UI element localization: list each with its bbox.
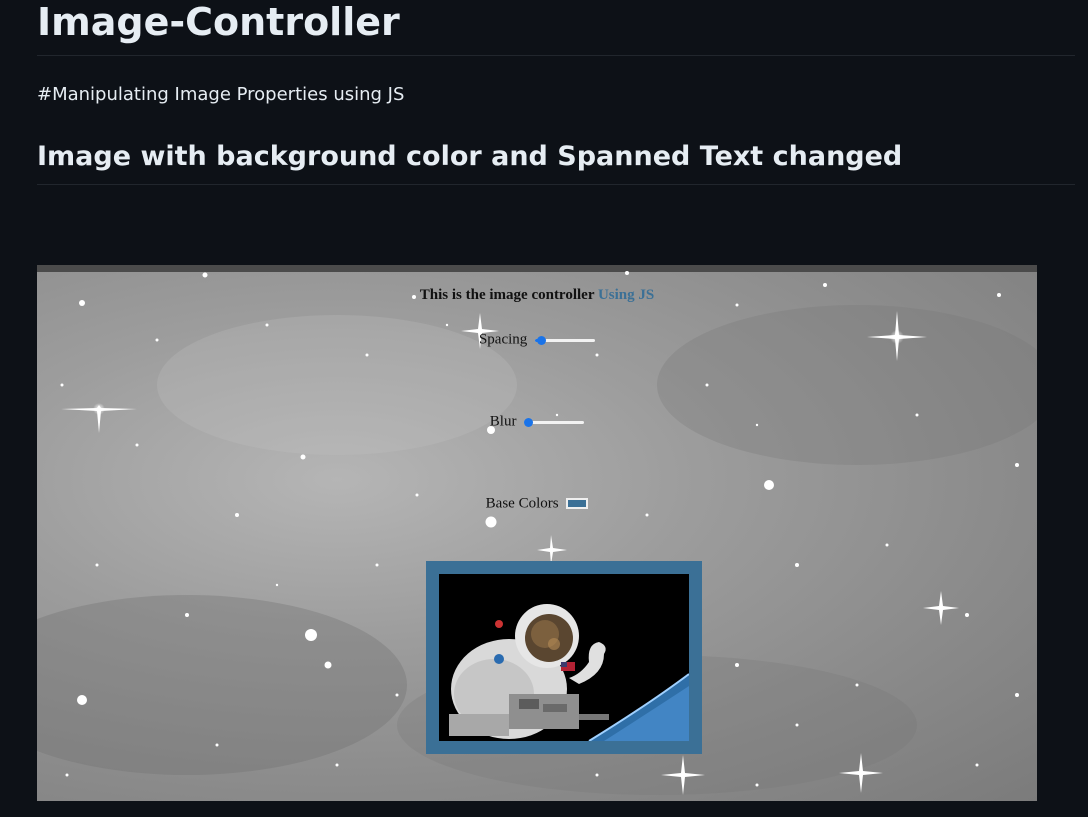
section-heading: Image with background color and Spanned …	[37, 139, 1075, 185]
blur-slider-thumb[interactable]	[524, 417, 534, 427]
spacing-slider[interactable]	[535, 334, 596, 346]
blur-label: Blur	[489, 413, 517, 430]
tagline: #Manipulating Image Properties using JS	[37, 84, 405, 105]
base-colors-label: Base Colors	[485, 495, 559, 512]
blur-control: Blur	[37, 411, 1037, 432]
blur-slider-track	[524, 420, 585, 424]
spacing-label: Spacing	[478, 331, 528, 348]
spacing-control: Spacing	[37, 329, 1037, 350]
demo-screenshot: This is the image controller Using JS Sp…	[37, 265, 1037, 801]
base-color-picker[interactable]	[566, 498, 589, 510]
spacing-slider-thumb[interactable]	[537, 335, 547, 345]
page-title: Image-Controller	[37, 0, 1075, 56]
demo-heading: This is the image controller Using JS	[37, 287, 1037, 304]
base-colors-control: Base Colors	[37, 493, 1037, 514]
blur-slider[interactable]	[524, 416, 585, 428]
astronaut-photo	[439, 574, 689, 741]
demo-heading-accent: Using JS	[597, 287, 655, 303]
image-frame	[426, 561, 702, 754]
astronaut-image-icon	[439, 574, 689, 741]
readme-content: Image-Controller #Manipulating Image Pro…	[37, 0, 1075, 185]
demo-heading-text: This is the image controller	[419, 287, 598, 303]
